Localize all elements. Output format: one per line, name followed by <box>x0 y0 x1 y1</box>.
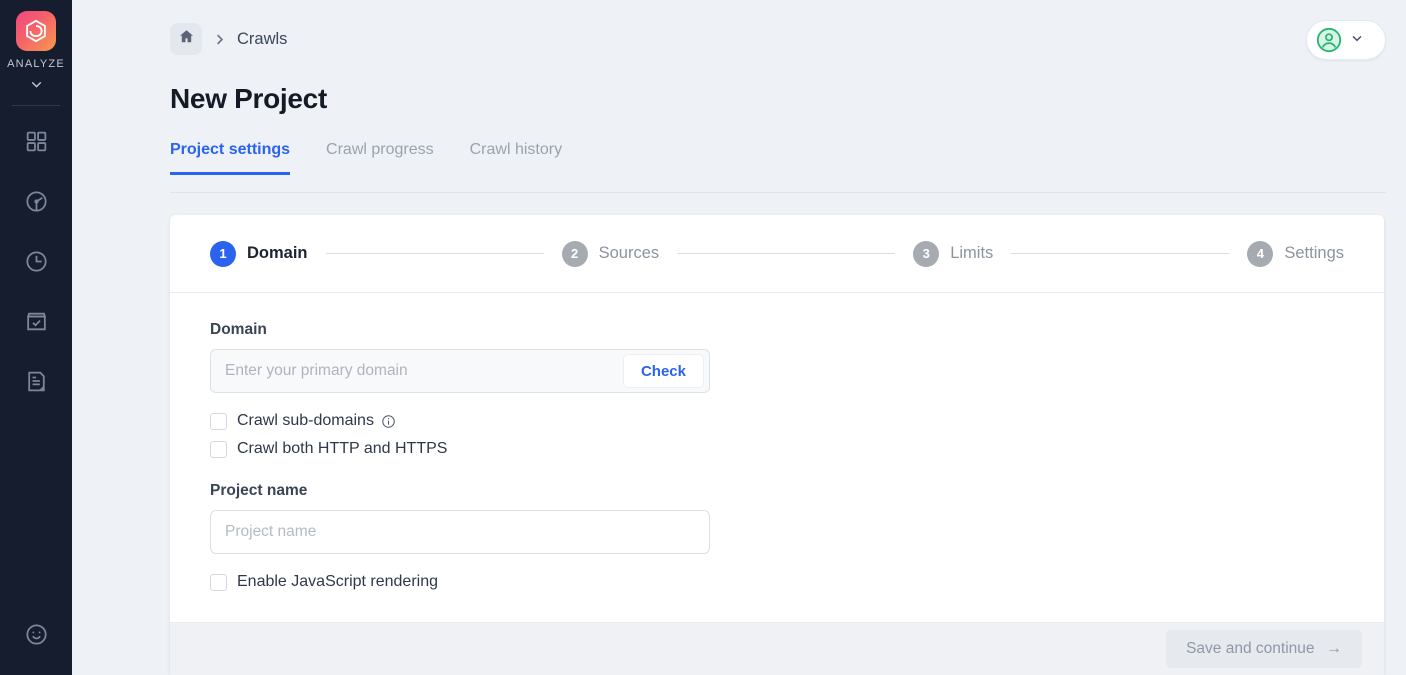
tab-crawl-history[interactable]: Crawl history <box>470 141 562 175</box>
step-connector <box>677 253 896 254</box>
crawl-subdomains-label: Crawl sub-domains <box>237 412 396 430</box>
step-settings[interactable]: 4 Settings <box>1247 240 1344 267</box>
clock-icon <box>24 249 49 279</box>
grid-dashboard-icon <box>24 129 49 159</box>
info-circle-icon[interactable] <box>381 414 396 429</box>
crawl-subdomains-text: Crawl sub-domains <box>237 412 374 429</box>
domain-input-wrapper[interactable]: Enter your primary domain Check <box>210 349 710 393</box>
step-number: 1 <box>210 240 236 267</box>
sidebar-divider <box>12 105 60 106</box>
crawl-subdomains-checkbox[interactable] <box>210 412 227 430</box>
step-label: Limits <box>950 244 994 262</box>
project-name-input-wrapper[interactable]: Project name <box>210 510 710 554</box>
home-icon <box>178 28 195 50</box>
sidebar-item-reports[interactable] <box>15 363 57 405</box>
project-settings-card: 1 Domain 2 Sources 3 Limits 4 Settings D… <box>170 215 1384 675</box>
tab-bar: Project settings Crawl progress Crawl hi… <box>170 141 1386 175</box>
step-number: 3 <box>913 240 940 267</box>
tab-bar-divider <box>170 192 1386 193</box>
sidebar-nav <box>15 123 57 423</box>
hexagon-loop-logo-icon <box>23 18 49 44</box>
tab-crawl-progress[interactable]: Crawl progress <box>326 141 434 175</box>
step-label: Sources <box>598 244 660 262</box>
step-label: Domain <box>247 244 308 262</box>
main-content: Crawls New Project Project settings Craw… <box>72 0 1406 675</box>
sidebar-item-tasks[interactable] <box>15 303 57 345</box>
sidebar-item-support[interactable] <box>0 622 72 652</box>
crawl-subdomains-row: Crawl sub-domains <box>210 412 1344 430</box>
chevron-right-icon <box>212 32 227 47</box>
chevron-down-icon <box>1349 30 1365 51</box>
step-sources[interactable]: 2 Sources <box>561 240 660 267</box>
sidebar-expand-button[interactable] <box>28 76 45 93</box>
breadcrumb-home-button[interactable] <box>170 23 202 55</box>
breadcrumb: Crawls <box>170 23 287 55</box>
step-connector <box>1011 253 1230 254</box>
page-title: New Project <box>170 83 327 114</box>
app-logo[interactable] <box>16 11 56 51</box>
sidebar-item-history[interactable] <box>15 243 57 285</box>
crawl-http-https-label: Crawl both HTTP and HTTPS <box>237 440 448 457</box>
domain-step-form: Domain Enter your primary domain Check C… <box>170 293 1384 622</box>
domain-input[interactable]: Enter your primary domain <box>225 362 623 380</box>
project-name-label: Project name <box>210 482 308 499</box>
step-label: Settings <box>1284 244 1344 262</box>
card-footer: Save and continue → <box>170 622 1384 675</box>
step-connector <box>325 253 544 254</box>
user-avatar-icon <box>1316 27 1342 53</box>
sidebar: ANALYZE <box>0 0 72 675</box>
smiley-face-icon <box>24 622 49 652</box>
project-name-input[interactable]: Project name <box>225 523 316 541</box>
sidebar-item-analytics[interactable] <box>15 183 57 225</box>
brand-name: ANALYZE <box>7 58 65 70</box>
step-limits[interactable]: 3 Limits <box>913 240 994 267</box>
checkbox-box-icon <box>24 309 49 339</box>
document-icon <box>24 369 49 399</box>
pie-chart-icon <box>24 189 49 219</box>
sidebar-item-dashboard[interactable] <box>15 123 57 165</box>
save-and-continue-button[interactable]: Save and continue → <box>1166 630 1362 668</box>
step-domain[interactable]: 1 Domain <box>210 240 308 267</box>
arrow-right-icon: → <box>1326 640 1343 657</box>
crawl-http-https-row: Crawl both HTTP and HTTPS <box>210 440 1344 458</box>
breadcrumb-current[interactable]: Crawls <box>237 30 287 49</box>
js-rendering-row: Enable JavaScript rendering <box>210 573 1344 591</box>
save-and-continue-label: Save and continue <box>1186 640 1315 657</box>
js-rendering-checkbox[interactable] <box>210 573 227 591</box>
user-menu-button[interactable] <box>1306 20 1386 60</box>
step-number: 2 <box>561 240 588 267</box>
step-number: 4 <box>1247 240 1274 267</box>
topbar: Crawls <box>72 0 1386 78</box>
wizard-stepper: 1 Domain 2 Sources 3 Limits 4 Settings <box>170 215 1384 293</box>
domain-label: Domain <box>210 321 267 338</box>
tab-project-settings[interactable]: Project settings <box>170 141 291 175</box>
check-domain-button[interactable]: Check <box>622 354 704 388</box>
project-name-block: Project name Project name <box>210 482 1344 554</box>
crawl-http-https-checkbox[interactable] <box>210 440 227 458</box>
js-rendering-label: Enable JavaScript rendering <box>237 573 439 590</box>
